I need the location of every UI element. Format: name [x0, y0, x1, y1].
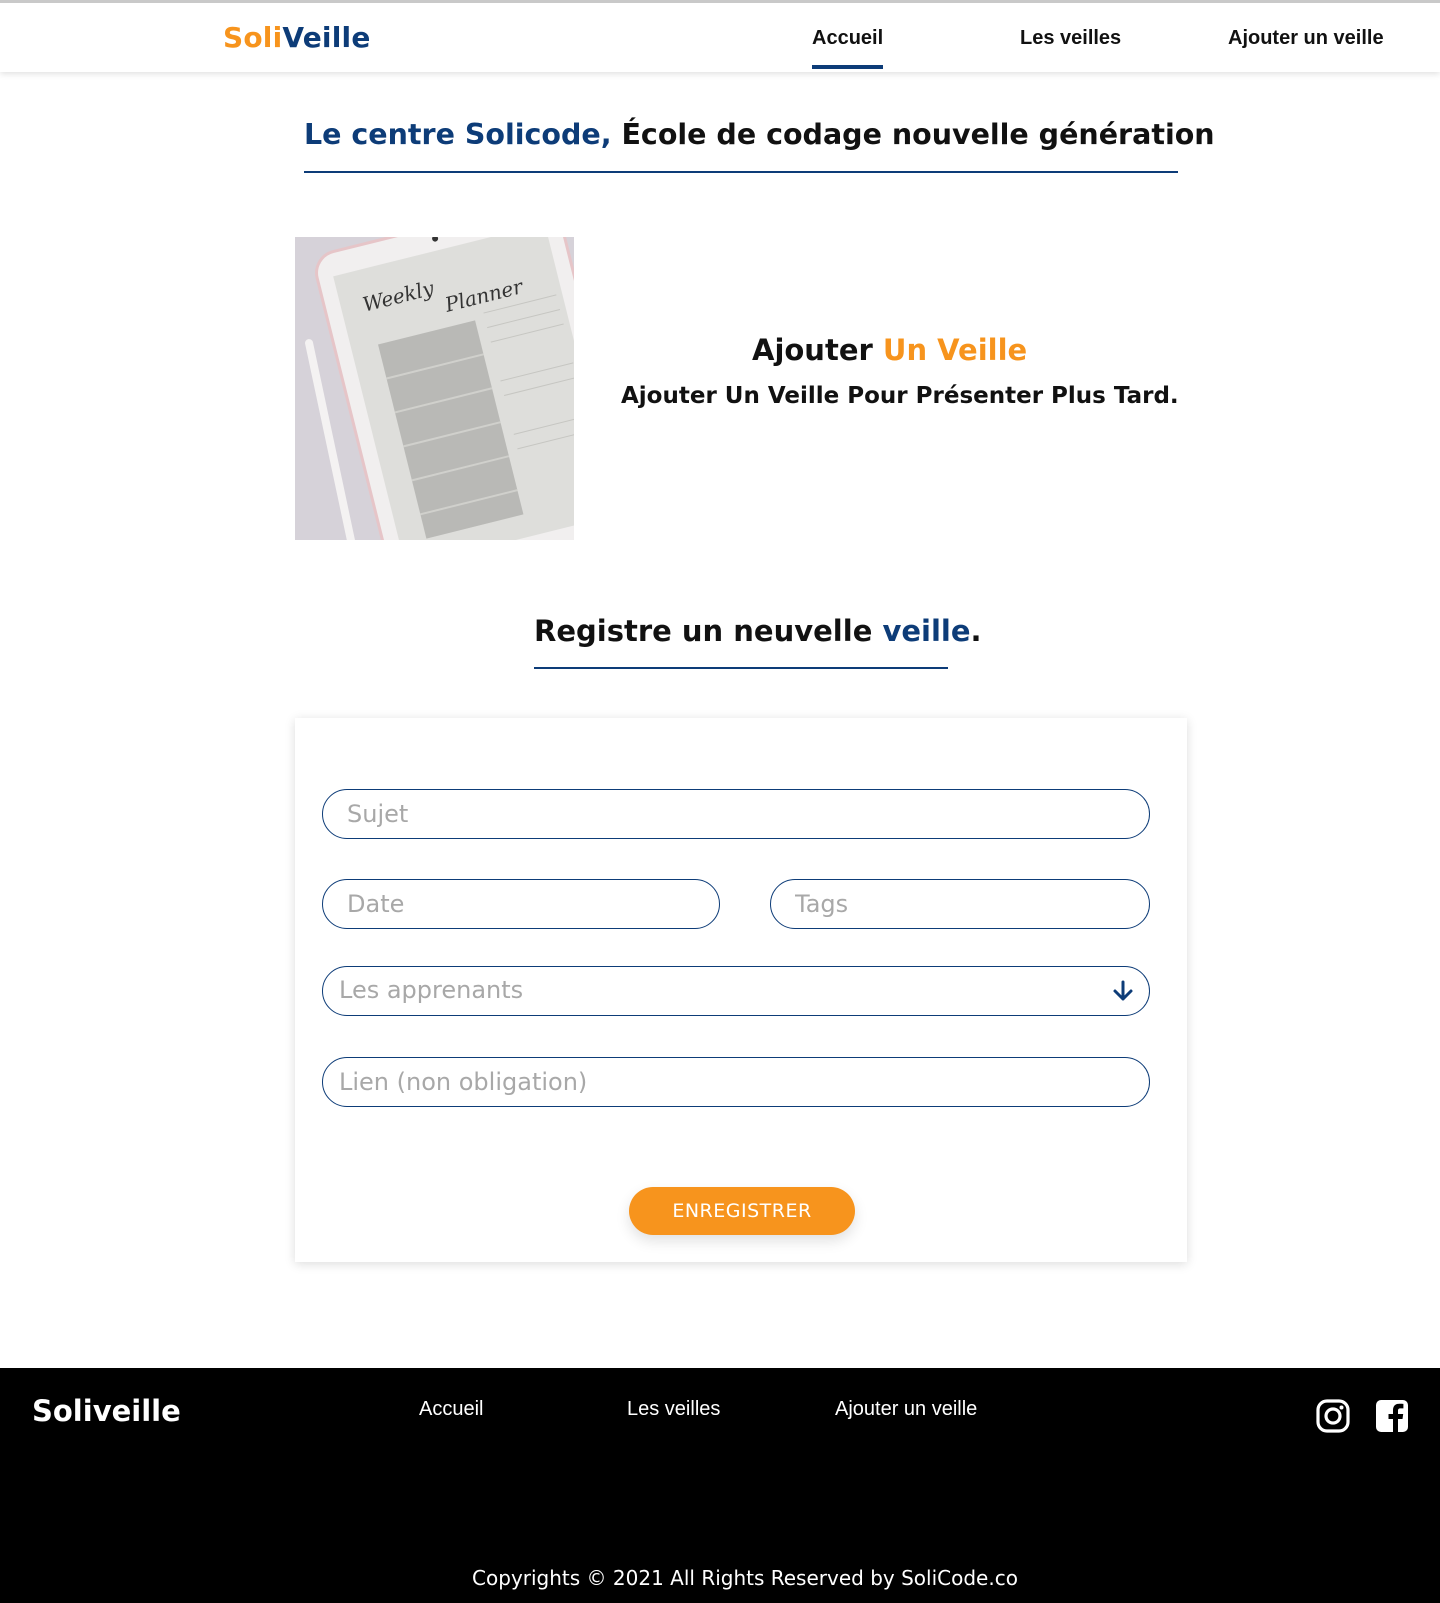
hero-title-rest: École de codage nouvelle génération	[611, 118, 1215, 151]
top-navbar: SoliVeille Accueil Les veilles Ajouter u…	[0, 0, 1440, 72]
footer-brand: Soliveille	[32, 1394, 181, 1428]
brand-logo[interactable]: SoliVeille	[223, 21, 371, 54]
brand-part-veille: Veille	[282, 21, 371, 54]
nav-item-ajouter-veille[interactable]: Ajouter un veille	[1228, 27, 1384, 50]
instagram-icon[interactable]	[1315, 1398, 1351, 1434]
register-underline	[534, 667, 948, 669]
nav-item-les-veilles[interactable]: Les veilles	[1020, 27, 1121, 50]
planner-tablet-image: Weekly Planner	[295, 237, 574, 540]
footer-link-ajouter-veille[interactable]: Ajouter un veille	[835, 1398, 977, 1421]
hero-underline	[304, 171, 1178, 173]
enregistrer-button[interactable]: ENREGISTRER	[629, 1187, 855, 1235]
footer-link-accueil[interactable]: Accueil	[419, 1398, 483, 1421]
add-veille-title: Ajouter Un Veille	[752, 333, 1027, 367]
arrow-down-icon	[1113, 980, 1133, 1001]
tags-input[interactable]	[770, 879, 1150, 929]
register-title-blue: veille	[882, 614, 971, 648]
lien-input[interactable]	[322, 1057, 1150, 1107]
hero-title: Le centre Solicode, École de codage nouv…	[304, 118, 1215, 151]
register-veille-form: Les apprenants ENREGISTRER	[295, 718, 1187, 1262]
nav-item-accueil[interactable]: Accueil	[812, 27, 884, 69]
footer-link-les-veilles[interactable]: Les veilles	[627, 1398, 720, 1421]
date-input[interactable]	[322, 879, 720, 929]
register-title-end: .	[970, 614, 982, 648]
add-veille-subtitle: Ajouter Un Veille Pour Présenter Plus Ta…	[621, 383, 1179, 409]
facebook-icon[interactable]	[1374, 1398, 1410, 1434]
register-title: Registre un neuvelle veille.	[534, 614, 982, 648]
footer: Soliveille Accueil Les veilles Ajouter u…	[0, 1368, 1440, 1603]
apprenants-select-placeholder: Les apprenants	[339, 976, 524, 1004]
sujet-input[interactable]	[322, 789, 1150, 839]
apprenants-select[interactable]: Les apprenants	[322, 966, 1150, 1016]
copyright-text: Copyrights © 2021 All Rights Reserved by…	[472, 1566, 1018, 1590]
add-veille-title-black: Ajouter	[752, 333, 883, 367]
add-veille-title-orange: Un Veille	[882, 333, 1028, 367]
register-title-black: Registre un neuvelle	[534, 614, 883, 648]
brand-part-soli: Soli	[223, 21, 283, 54]
hero-title-highlight: Le centre Solicode,	[304, 118, 612, 151]
